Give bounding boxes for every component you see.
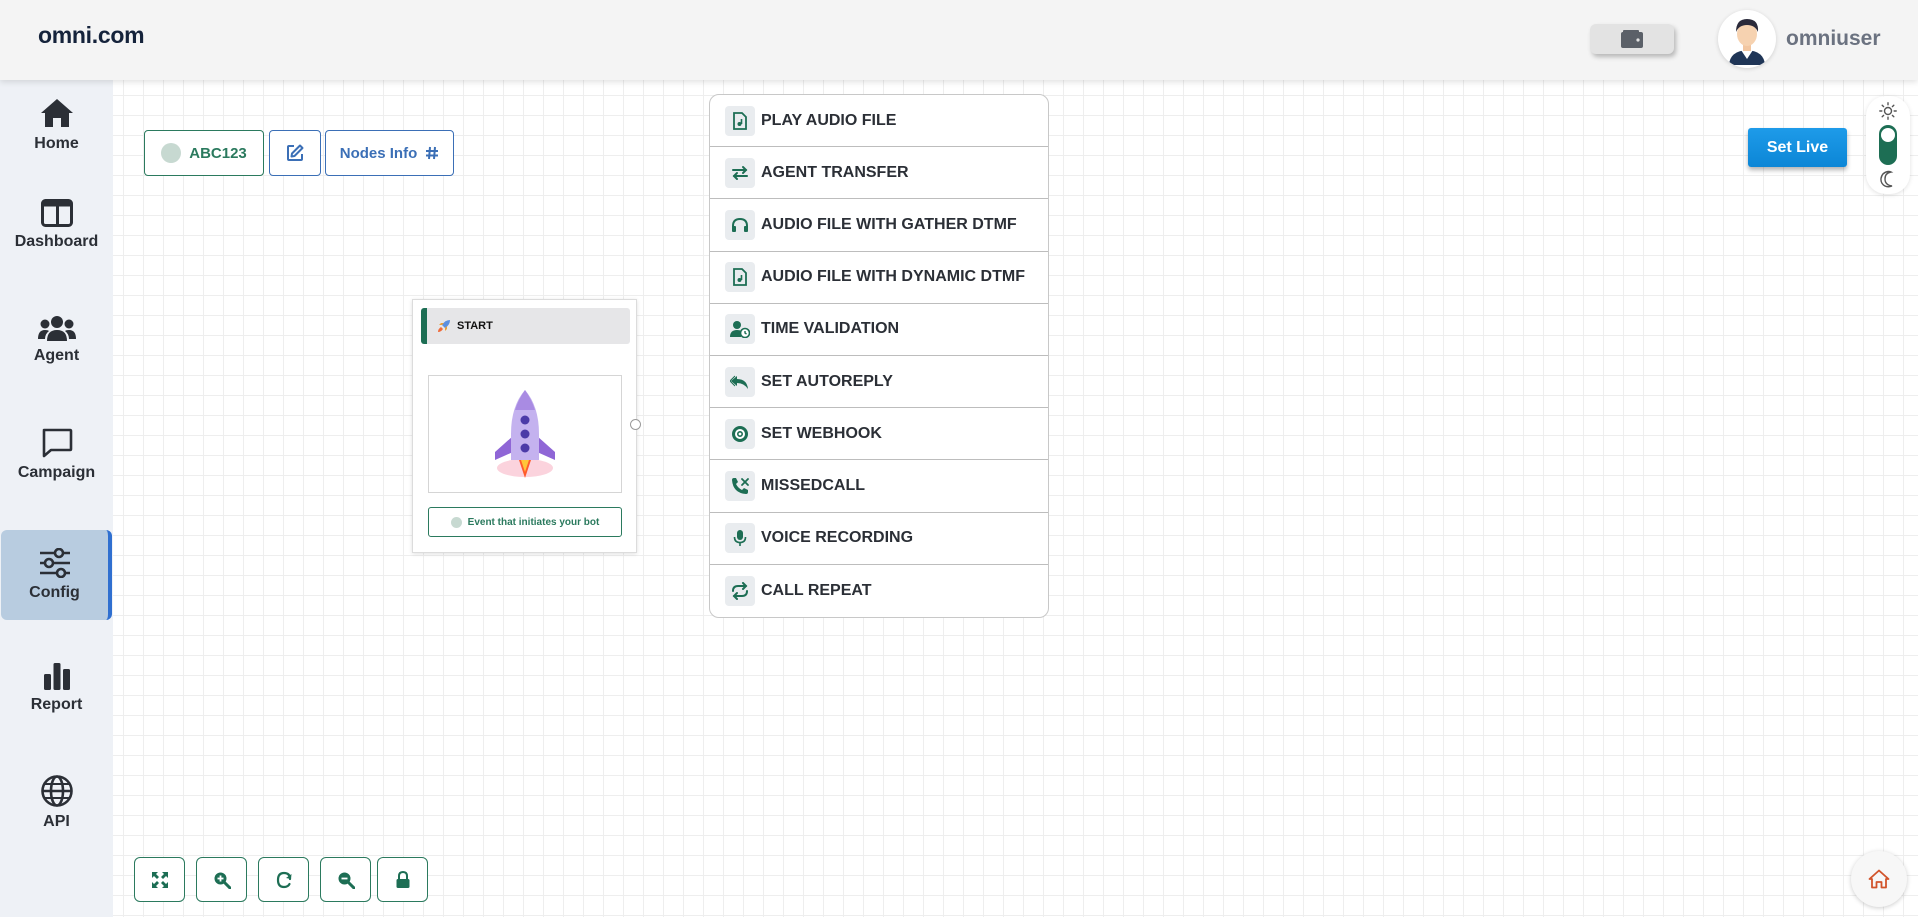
hashtag-icon (426, 146, 439, 160)
redo-icon (276, 871, 291, 888)
sidebar-item-label: Dashboard (14, 233, 99, 250)
menu-item-agent-transfer[interactable]: AGENT TRANSFER (710, 147, 1048, 200)
sidebar-item-label: API (43, 813, 70, 830)
menu-item-label: SET AUTOREPLY (761, 372, 893, 390)
sidebar-item-config[interactable]: Config (1, 530, 112, 620)
globe-icon (40, 775, 73, 807)
lock-canvas-button[interactable] (377, 857, 428, 902)
menu-item-label: AUDIO FILE WITH GATHER DTMF (761, 215, 1017, 233)
menu-item-audio-file-with-dynamic-dtmf[interactable]: AUDIO FILE WITH DYNAMIC DTMF (710, 252, 1048, 304)
webhook-icon (725, 418, 755, 449)
zoom-in-button[interactable] (196, 857, 247, 902)
sliders-icon (39, 548, 70, 578)
top-header: omni.com omniuser (0, 0, 1918, 80)
start-node-output-port[interactable] (630, 419, 641, 430)
event-dot (450, 516, 462, 528)
start-node-header: START (421, 308, 630, 344)
menu-item-label: VOICE RECORDING (761, 529, 914, 547)
chat-icon (42, 428, 72, 458)
bar-chart-icon (43, 663, 70, 690)
theme-toggle-switch[interactable] (1879, 125, 1897, 165)
users-icon (37, 316, 76, 341)
audio-file-icon (725, 262, 755, 293)
start-event-text: Event that initiates your bot (467, 516, 600, 528)
zoom-out-button[interactable] (320, 857, 371, 902)
sun-icon (1879, 102, 1897, 120)
sidebar-item-api[interactable]: API (0, 758, 113, 848)
menu-item-label: MISSEDCALL (761, 476, 865, 494)
rocket-icon (438, 320, 450, 332)
menu-item-missedcall[interactable]: MISSEDCALL (710, 460, 1048, 513)
set-live-button[interactable]: Set Live (1748, 128, 1847, 167)
rocket-illustration-icon (495, 390, 555, 478)
sidebar-item-dashboard[interactable]: Dashboard (0, 180, 113, 270)
menu-item-set-webhook[interactable]: SET WEBHOOK (710, 408, 1048, 461)
nodes-info-label: Nodes Info (339, 144, 418, 162)
reset-view-button[interactable] (258, 857, 309, 902)
avatar[interactable] (1718, 10, 1776, 68)
node-type-menu: PLAY AUDIO FILE AGENT TRANSFER AUDIO FIL… (709, 94, 1049, 618)
user-avatar-icon (1729, 19, 1765, 65)
menu-item-label: PLAY AUDIO FILE (761, 111, 897, 129)
repeat-icon (725, 575, 755, 606)
sidebar-item-label: Campaign (17, 464, 96, 481)
reply-all-icon (725, 366, 755, 397)
wallet-button[interactable] (1590, 24, 1674, 54)
theme-toggle[interactable] (1866, 96, 1910, 194)
menu-item-label: AUDIO FILE WITH DYNAMIC DTMF (761, 268, 1025, 286)
start-node[interactable]: START Event that initiates your bot (412, 299, 637, 553)
menu-item-audio-file-with-gather-dtmf[interactable]: AUDIO FILE WITH GATHER DTMF (710, 199, 1048, 252)
flow-name-button[interactable]: ABC123 (144, 130, 264, 176)
menu-item-label: TIME VALIDATION (761, 320, 900, 338)
transfer-icon (725, 157, 755, 188)
home-icon (40, 99, 73, 127)
microphone-icon (725, 523, 755, 554)
moon-icon (1880, 170, 1894, 188)
user-clock-icon (725, 314, 755, 345)
menu-item-label: SET WEBHOOK (761, 424, 882, 442)
sidebar-item-home[interactable]: Home (0, 80, 113, 170)
dashboard-icon (40, 199, 73, 227)
sidebar-item-label: Agent (33, 347, 80, 364)
home-icon (1868, 869, 1890, 889)
start-node-title: START (457, 320, 493, 332)
edit-flow-button[interactable] (269, 130, 321, 176)
sidebar-item-report[interactable]: Report (0, 643, 113, 733)
start-node-image (428, 375, 622, 493)
start-event-label[interactable]: Event that initiates your bot (428, 507, 622, 537)
edit-icon (287, 144, 304, 161)
zoom-in-icon (214, 872, 231, 889)
menu-item-call-repeat[interactable]: CALL REPEAT (710, 565, 1048, 617)
sidebar-item-campaign[interactable]: Campaign (0, 410, 113, 500)
headphones-icon (725, 209, 755, 240)
fit-view-button[interactable] (134, 857, 185, 902)
menu-item-label: AGENT TRANSFER (761, 163, 909, 181)
sidebar-item-label: Config (29, 584, 80, 601)
home-fab-button[interactable] (1851, 851, 1907, 907)
brand-logo[interactable]: omni.com (38, 22, 145, 49)
missed-call-icon (725, 470, 755, 501)
status-dot (161, 143, 182, 163)
menu-item-time-validation[interactable]: TIME VALIDATION (710, 304, 1048, 356)
lock-icon (396, 870, 409, 888)
menu-item-play-audio-file[interactable]: PLAY AUDIO FILE (710, 95, 1048, 148)
flow-name-label: ABC123 (189, 144, 247, 162)
menu-item-label: CALL REPEAT (761, 581, 872, 599)
wallet-icon (1621, 30, 1643, 48)
audio-file-icon (725, 105, 755, 136)
nodes-info-button[interactable]: Nodes Info (325, 130, 454, 176)
sidebar-item-label: Report (30, 696, 83, 713)
menu-item-voice-recording[interactable]: VOICE RECORDING (710, 513, 1048, 565)
zoom-out-icon (338, 872, 355, 889)
expand-icon (151, 871, 168, 888)
sidebar-item-label: Home (34, 135, 79, 152)
sidebar-item-agent[interactable]: Agent (0, 295, 113, 385)
menu-item-set-autoreply[interactable]: SET AUTOREPLY (710, 356, 1048, 409)
username[interactable]: omniuser (1786, 27, 1881, 51)
sidebar: Home Dashboard Agent Campaign Config Rep… (0, 80, 113, 917)
